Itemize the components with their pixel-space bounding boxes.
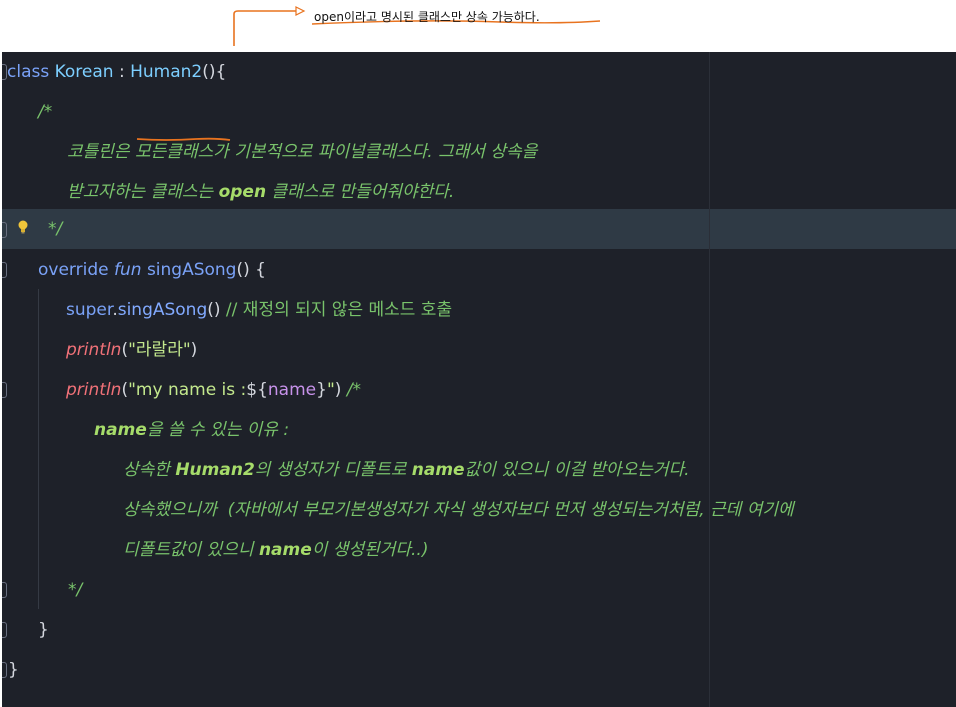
comment-keyword-name: name (411, 460, 465, 480)
paren-close: ) (190, 340, 198, 360)
code-line-comment-close[interactable]: */ (48, 209, 62, 249)
code-line-comment-close[interactable]: */ (68, 570, 82, 610)
comment-text: 이 생성된거다..) (311, 540, 429, 560)
code-line-comment-text[interactable]: name을 쓸 수 있는 이유 : (94, 410, 289, 450)
annotation-note-keyword: open (314, 10, 344, 24)
block-comment-open: /* (346, 380, 362, 400)
code-line-class-close[interactable]: } (8, 650, 19, 690)
paren-close: ) (334, 380, 347, 400)
annotation-note-text: 이라고 명시된 클래스만 상속 가능하다. (343, 10, 540, 24)
string-literal: "라랄라" (128, 340, 191, 360)
fold-marker[interactable] (2, 262, 7, 278)
keyword-class: class (7, 62, 50, 82)
super-class-name: Human2 (130, 62, 203, 82)
fold-marker[interactable] (2, 622, 7, 638)
fold-marker[interactable] (2, 582, 7, 598)
comment-text: 클래스로 만들어줘야한다. (266, 182, 455, 202)
string-literal: "my name is : (128, 380, 247, 400)
fold-marker[interactable] (2, 662, 7, 678)
code-editor[interactable]: class Korean : Human2(){ /* 코틀린은 모든클래스가 … (2, 52, 956, 707)
comment-keyword-name: name (94, 420, 147, 440)
comment-text: 값이 있으니 이걸 받아오는거다. (464, 460, 690, 480)
template-variable: name (267, 380, 317, 400)
code-line-println-template[interactable]: println("my name is :${name}") /* (66, 370, 361, 410)
fold-marker[interactable] (2, 382, 7, 398)
comment-text: 의 생성자가 디폴트로 (254, 460, 412, 480)
keyword-super: super (66, 300, 113, 320)
code-line-comment-open[interactable]: /* (38, 92, 52, 132)
class-name: Korean (54, 62, 114, 82)
annotation-note: open이라고 명시된 클래스만 상속 가능하다. (314, 8, 540, 25)
right-margin-guide (709, 52, 710, 707)
class-open-token: (){ (202, 62, 227, 82)
template-close: } (316, 380, 327, 400)
fold-marker[interactable] (2, 222, 7, 238)
code-line-comment-text[interactable]: 디폴트값이 있으니 name이 생성된거다..) (123, 530, 428, 570)
call-parens: () (207, 300, 221, 320)
code-line-super-call[interactable]: super.singASong() // 재정의 되지 않은 메소드 호출 (66, 290, 452, 330)
code-line-function-close[interactable]: } (38, 610, 49, 650)
code-line-comment-text[interactable]: 상속한 Human2의 생성자가 디폴트로 name값이 있으니 이걸 받아오는… (123, 450, 690, 490)
println-call: println (66, 340, 122, 360)
current-line-highlight (2, 209, 956, 249)
code-line-class-declaration[interactable]: class Korean : Human2(){ (7, 52, 226, 92)
screenshot-root: open이라고 명시된 클래스만 상속 가능하다. class Korean :… (0, 0, 956, 707)
method-call-name: singASong (117, 300, 208, 320)
keyword-fun: fun (113, 260, 142, 280)
comment-keyword-open: open (218, 182, 267, 202)
code-line-comment-text[interactable]: 코틀린은 모든클래스가 기본적으로 파이널클래스다. 그래서 상속을 (67, 132, 537, 172)
comment-text: 받고자하는 클래스는 (67, 182, 219, 202)
keyword-override: override (38, 260, 109, 280)
comment-keyword-name: name (258, 540, 312, 560)
template-open: ${ (246, 380, 268, 400)
comment-text: 디폴트값이 있으니 (123, 540, 259, 560)
println-call: println (66, 380, 122, 400)
code-line-comment-text[interactable]: 상속했으니까 (자바에서 부모기본생성자가 자식 생성자보다 먼저 생성되는거처… (123, 490, 794, 530)
comment-text: 상속한 (123, 460, 176, 480)
string-literal-end: " (326, 380, 335, 400)
indent-guide (38, 289, 39, 609)
colon-token: : (113, 62, 131, 82)
line-comment: // 재정의 되지 않은 메소드 호출 (220, 300, 453, 320)
function-name: singASong (146, 260, 237, 280)
comment-keyword-human2: Human2 (175, 460, 255, 480)
code-line-comment-text[interactable]: 받고자하는 클래스는 open 클래스로 만들어줘야한다. (67, 172, 454, 212)
code-line-println[interactable]: println("라랄라") (66, 330, 197, 370)
function-open-token: () { (236, 260, 266, 280)
comment-text: 을 쓸 수 있는 이유 : (146, 420, 290, 440)
lightbulb-icon[interactable] (18, 220, 28, 234)
code-line-function-declaration[interactable]: override fun singASong() { (38, 250, 266, 290)
